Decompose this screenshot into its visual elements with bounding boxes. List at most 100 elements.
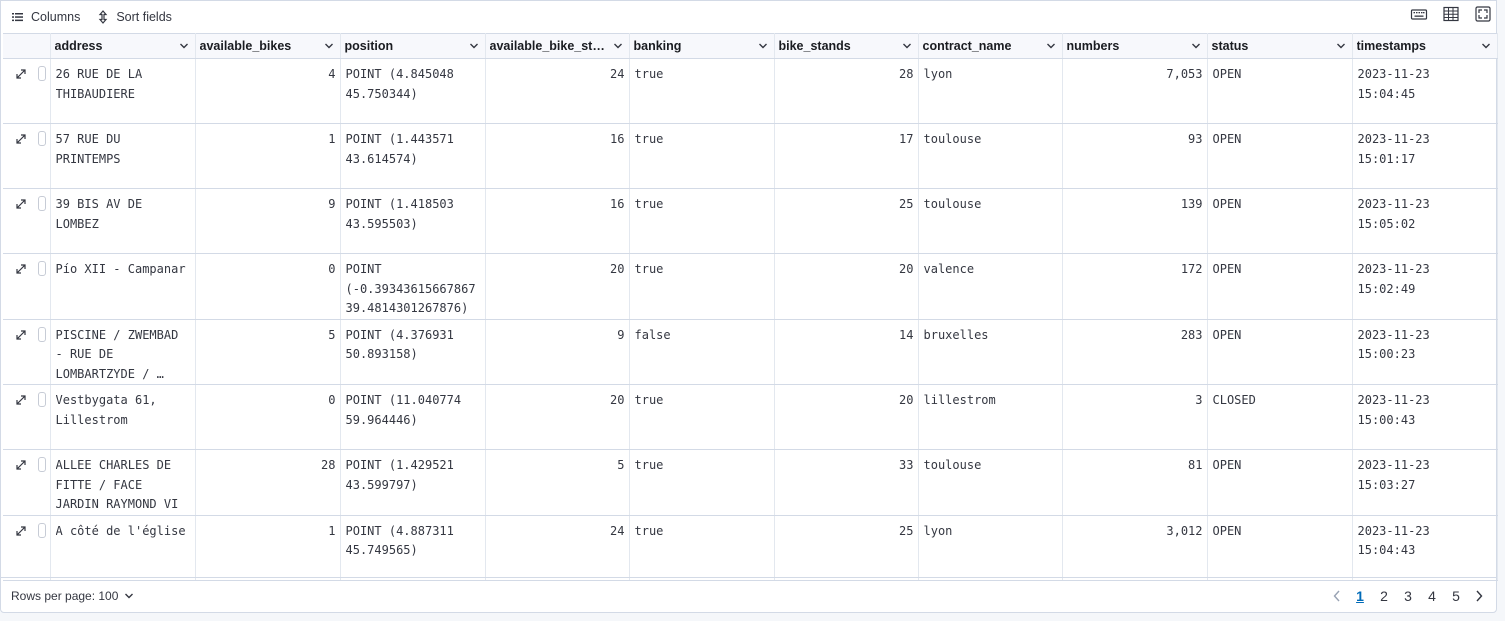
row-select-checkbox[interactable]: [38, 261, 46, 276]
cell-bike-stands[interactable]: 25: [774, 188, 919, 254]
cell-position[interactable]: POINT (1.429521 43.599797): [340, 449, 486, 516]
expand-row-icon[interactable]: [14, 328, 28, 342]
column-header-numbers[interactable]: numbers: [1062, 33, 1208, 59]
row-select-checkbox[interactable]: [38, 196, 46, 211]
cell-address[interactable]: Vestbygata 61, Lillestrom: [50, 384, 196, 450]
cell-available-bike-stands[interactable]: 9: [485, 319, 630, 385]
cell-available-bike-stands[interactable]: 20: [485, 253, 630, 320]
expand-row-icon[interactable]: [14, 197, 28, 211]
cell-timestamps[interactable]: 2023-11-23 15:05:02: [1352, 188, 1498, 254]
expand-row-icon[interactable]: [14, 132, 28, 146]
cell-position[interactable]: POINT (-0.39343615667867 39.481430126787…: [340, 253, 486, 320]
cell-available-bikes[interactable]: 0: [195, 253, 341, 320]
cell-contract-name[interactable]: lillestrom: [918, 384, 1063, 450]
cell-contract-name[interactable]: bruxelles: [918, 319, 1063, 385]
cell-banking[interactable]: true: [629, 58, 775, 124]
cell-position[interactable]: POINT (1.418503 43.595503): [340, 188, 486, 254]
cell-address[interactable]: Pío XII - Campanar: [50, 253, 196, 320]
cell-available-bikes[interactable]: 1: [195, 123, 341, 189]
chevron-down-icon[interactable]: [469, 41, 479, 51]
cell-contract-name[interactable]: lyon: [918, 58, 1063, 124]
column-header-position[interactable]: position: [340, 33, 486, 59]
cell-contract-name[interactable]: valence: [918, 253, 1063, 320]
chevron-down-icon[interactable]: [179, 41, 189, 51]
cell-address[interactable]: A côté de l'église: [50, 515, 196, 581]
cell-banking[interactable]: true: [629, 188, 775, 254]
cell-timestamps[interactable]: 2023-11-23 15:04:45: [1352, 58, 1498, 124]
cell-banking[interactable]: true: [629, 253, 775, 320]
row-select-checkbox[interactable]: [38, 522, 46, 538]
cell-bike-stands[interactable]: 20: [774, 384, 919, 450]
page-button-4[interactable]: 4: [1420, 587, 1444, 605]
cell-banking[interactable]: false: [629, 319, 775, 385]
expand-row-icon[interactable]: [14, 262, 28, 276]
cell-timestamps[interactable]: 2023-11-23 15:00:23: [1352, 319, 1498, 385]
fullscreen-icon[interactable]: [1474, 5, 1492, 23]
previous-page-button[interactable]: [1326, 587, 1348, 605]
cell-timestamps[interactable]: 2023-11-23 15:02:49: [1352, 253, 1498, 320]
cell-numbers[interactable]: 139: [1062, 188, 1208, 254]
cell-available-bikes[interactable]: 5: [195, 319, 341, 385]
cell-available-bikes[interactable]: 0: [195, 384, 341, 450]
cell-banking[interactable]: true: [629, 384, 775, 450]
expand-row-icon[interactable]: [14, 458, 28, 472]
cell-timestamps[interactable]: 2023-11-23 15:03:27: [1352, 449, 1498, 516]
cell-bike-stands[interactable]: 14: [774, 319, 919, 385]
row-select-checkbox[interactable]: [38, 457, 46, 472]
row-select-checkbox[interactable]: [38, 66, 46, 81]
column-header-available-bikes[interactable]: available_bikes: [195, 33, 341, 59]
chevron-down-icon[interactable]: [1046, 41, 1056, 51]
cell-available-bike-stands[interactable]: 5: [485, 449, 630, 516]
table-density-icon[interactable]: [1442, 5, 1460, 23]
sort-fields-button[interactable]: Sort fields: [96, 5, 172, 29]
cell-timestamps[interactable]: 2023-11-23 15:04:43: [1352, 515, 1498, 581]
cell-available-bike-stands[interactable]: 16: [485, 123, 630, 189]
column-header-address[interactable]: address: [50, 33, 196, 59]
chevron-down-icon[interactable]: [613, 41, 623, 51]
cell-numbers[interactable]: 3: [1062, 384, 1208, 450]
row-select-checkbox[interactable]: [38, 131, 46, 146]
cell-position[interactable]: POINT (4.845048 45.750344): [340, 58, 486, 124]
expand-row-icon[interactable]: [14, 524, 28, 538]
row-select-checkbox[interactable]: [38, 326, 46, 342]
row-select-checkbox[interactable]: [38, 392, 46, 407]
cell-status[interactable]: OPEN: [1207, 123, 1353, 189]
column-header-status[interactable]: status: [1207, 33, 1353, 59]
chevron-down-icon[interactable]: [1481, 41, 1491, 51]
cell-status[interactable]: OPEN: [1207, 515, 1353, 581]
rows-per-page-selector[interactable]: Rows per page: 100: [11, 589, 134, 603]
cell-available-bike-stands[interactable]: 24: [485, 58, 630, 124]
cell-contract-name[interactable]: lyon: [918, 515, 1063, 581]
cell-available-bikes[interactable]: 4: [195, 58, 341, 124]
column-header-bike-stands[interactable]: bike_stands: [774, 33, 919, 59]
column-header-available-bike-stands[interactable]: available_bike_sta…: [485, 33, 630, 59]
chevron-down-icon[interactable]: [758, 41, 768, 51]
chevron-down-icon[interactable]: [1336, 41, 1346, 51]
cell-status[interactable]: OPEN: [1207, 58, 1353, 124]
cell-banking[interactable]: true: [629, 449, 775, 516]
cell-status[interactable]: OPEN: [1207, 449, 1353, 516]
cell-available-bike-stands[interactable]: 24: [485, 515, 630, 581]
cell-numbers[interactable]: 93: [1062, 123, 1208, 189]
cell-numbers[interactable]: 81: [1062, 449, 1208, 516]
cell-numbers[interactable]: 3,012: [1062, 515, 1208, 581]
next-page-button[interactable]: [1468, 587, 1490, 605]
page-button-5[interactable]: 5: [1444, 587, 1468, 605]
cell-position[interactable]: POINT (4.376931 50.893158): [340, 319, 486, 385]
column-header-contract-name[interactable]: contract_name: [918, 33, 1063, 59]
cell-available-bikes[interactable]: 9: [195, 188, 341, 254]
cell-contract-name[interactable]: toulouse: [918, 123, 1063, 189]
cell-bike-stands[interactable]: 28: [774, 58, 919, 124]
cell-address[interactable]: ALLEE CHARLES DE FITTE / FACE JARDIN RAY…: [50, 449, 196, 516]
expand-row-icon[interactable]: [14, 67, 28, 81]
columns-button[interactable]: Columns: [11, 5, 80, 29]
cell-banking[interactable]: true: [629, 123, 775, 189]
column-header-timestamps[interactable]: timestamps: [1352, 33, 1498, 59]
cell-available-bike-stands[interactable]: 20: [485, 384, 630, 450]
cell-address[interactable]: PISCINE / ZWEMBAD - RUE DE LOMBARTZYDE /…: [50, 319, 196, 385]
cell-available-bike-stands[interactable]: 16: [485, 188, 630, 254]
cell-timestamps[interactable]: 2023-11-23 15:00:43: [1352, 384, 1498, 450]
cell-numbers[interactable]: 7,053: [1062, 58, 1208, 124]
cell-numbers[interactable]: 172: [1062, 253, 1208, 320]
cell-bike-stands[interactable]: 25: [774, 515, 919, 581]
